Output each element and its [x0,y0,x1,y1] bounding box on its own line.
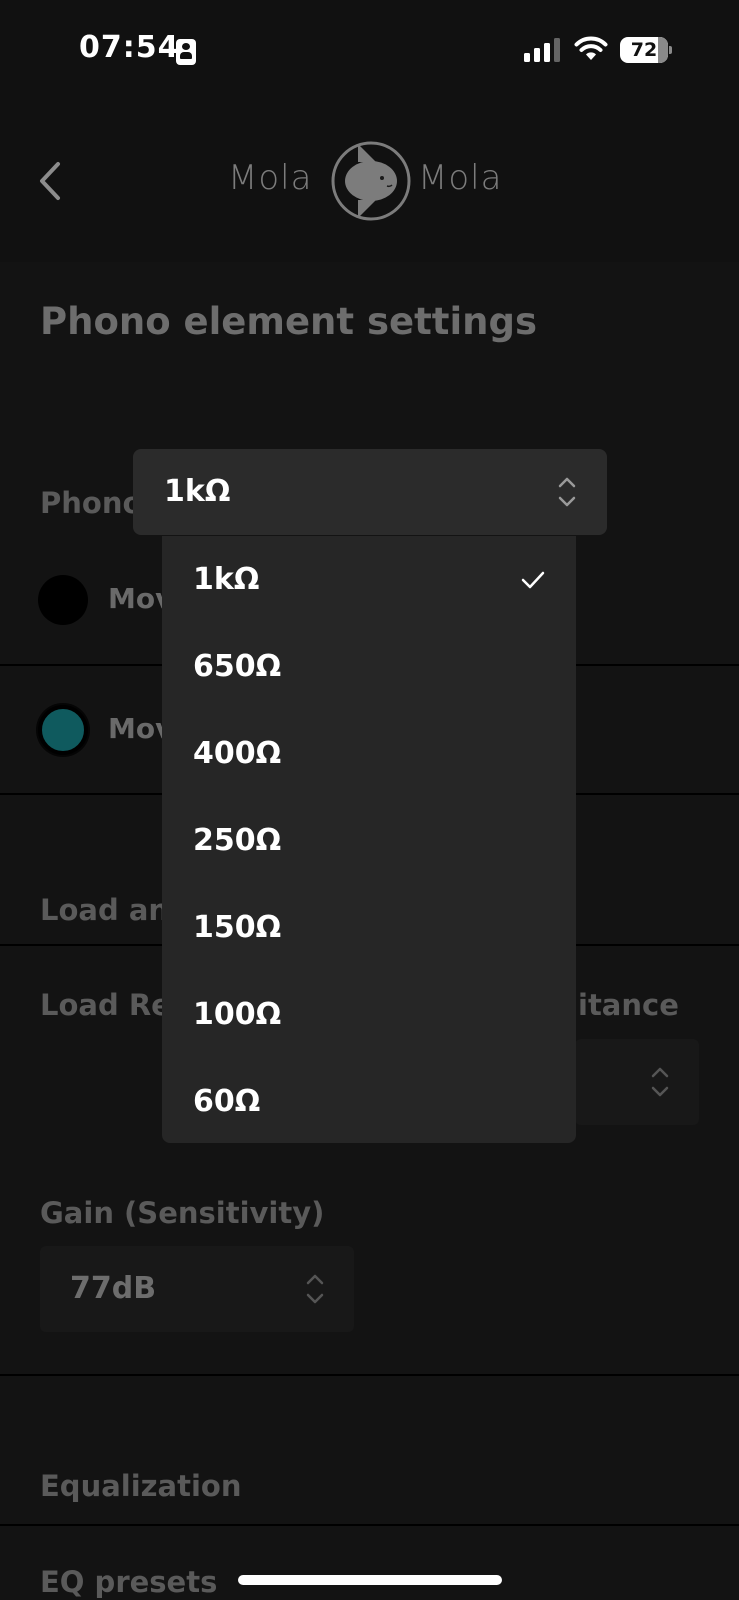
id-card-icon [176,39,196,65]
menu-option-1k[interactable]: 1kΩ [193,562,259,597]
chevron-left-icon[interactable] [36,158,66,204]
radio-moving-option-2[interactable] [38,705,88,755]
radio-moving-option-1[interactable] [38,575,88,625]
logo-word-right: Mola [418,158,503,198]
chevron-up-down-icon [651,1067,669,1097]
gain-value: 77dB [70,1271,157,1306]
menu-option-60[interactable]: 60Ω [193,1084,260,1119]
eq-presets-label: EQ presets [40,1565,218,1599]
status-time: 07:54 [79,30,180,65]
gain-label: Gain (Sensitivity) [40,1196,325,1230]
battery-level: 72 [630,39,658,61]
divider [0,1374,739,1376]
sunfish-logo-icon [331,141,411,221]
equalization-heading: Equalization [40,1469,242,1503]
select-current-value: 1kΩ [164,474,231,509]
divider [0,1524,739,1526]
wifi-icon [574,36,608,60]
phono-section-label: Phono [40,486,143,520]
chevron-up-down-icon [306,1274,324,1304]
load-section-heading: Load an [40,893,170,927]
menu-option-100[interactable]: 100Ω [193,997,281,1032]
chevron-up-down-icon [558,477,576,507]
check-icon [521,571,545,589]
load-resistance-label: Load Re [40,988,171,1022]
home-indicator[interactable] [238,1575,502,1585]
battery-icon: 72 [620,37,672,63]
page-title: Phono element settings [40,300,537,343]
menu-option-400[interactable]: 400Ω [193,736,281,771]
load-capacitance-select[interactable] [575,1039,699,1125]
menu-option-150[interactable]: 150Ω [193,910,281,945]
menu-option-250[interactable]: 250Ω [193,823,281,858]
logo-word-left: Mola [228,158,313,198]
menu-option-650[interactable]: 650Ω [193,649,281,684]
load-capacitance-label: itance [578,988,679,1022]
cellular-signal-icon [524,38,560,62]
